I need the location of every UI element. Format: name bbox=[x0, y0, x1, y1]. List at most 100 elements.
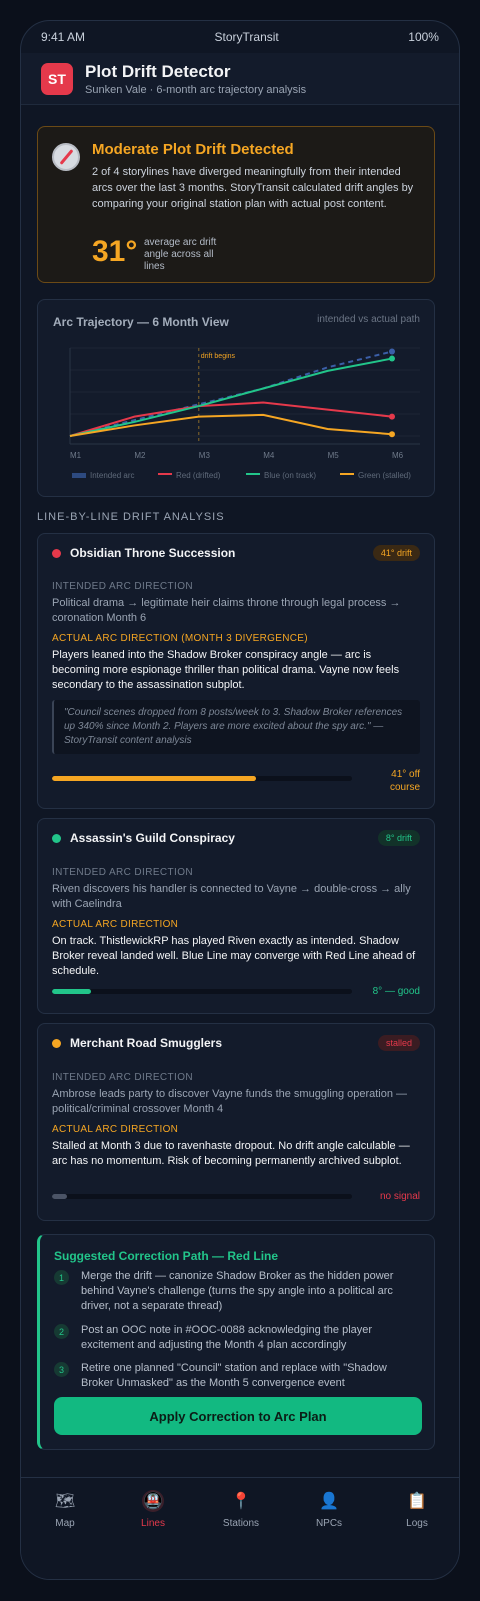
phone-frame: 9:41 AM StoryTransit 100% ST Plot Drift … bbox=[20, 20, 460, 1580]
step-number: 2 bbox=[54, 1324, 69, 1339]
intended-label: INTENDED ARC DIRECTION bbox=[52, 867, 194, 878]
x-tick-label: M3 bbox=[199, 451, 211, 460]
arc-trajectory-chart-card: Arc Trajectory — 6 Month View intended v… bbox=[37, 299, 435, 497]
drift-progress-track bbox=[52, 989, 352, 994]
legend-label: Blue (on track) bbox=[264, 471, 316, 480]
drift-begins-annotation: drift begins bbox=[201, 353, 236, 360]
line-header: Obsidian Throne Succession bbox=[52, 546, 235, 560]
x-tick-label: M1 bbox=[70, 451, 82, 460]
actual-label: ACTUAL ARC DIRECTION bbox=[52, 919, 179, 930]
status-badge: stalled bbox=[377, 1035, 420, 1051]
drift-progress-track bbox=[52, 776, 352, 781]
legend-swatch bbox=[340, 473, 354, 475]
status-bar: 9:41 AM StoryTransit 100% bbox=[21, 21, 459, 53]
series-end-point bbox=[389, 413, 395, 420]
train-icon: 🚇 bbox=[142, 1490, 164, 1512]
drift-badge: 41° drift bbox=[372, 545, 420, 561]
tab-lines[interactable]: 🚇 Lines bbox=[109, 1478, 197, 1579]
drift-progress-fill bbox=[52, 776, 256, 781]
line-header: Assassin's Guild Conspiracy bbox=[52, 831, 235, 845]
tab-logs[interactable]: 📋 Logs bbox=[373, 1478, 459, 1579]
content-analysis-quote: "Council scenes dropped from 8 posts/wee… bbox=[52, 700, 420, 754]
page-subtitle: Sunken Vale · 6-month arc trajectory ana… bbox=[85, 83, 307, 96]
x-tick-label: M4 bbox=[263, 451, 275, 460]
status-battery: 100% bbox=[408, 30, 439, 44]
average-drift-angle: 31° bbox=[92, 235, 138, 268]
tab-label: NPCs bbox=[315, 1518, 343, 1529]
actual-label: ACTUAL ARC DIRECTION (MONTH 3 DIVERGENCE… bbox=[52, 633, 308, 644]
intended-text: Political drama → legitimate heir claims… bbox=[52, 597, 401, 624]
step-text: Merge the drift — canonize Shadow Broker… bbox=[81, 1270, 394, 1312]
line-color-dot bbox=[52, 833, 61, 843]
intended-label: INTENDED ARC DIRECTION bbox=[52, 1072, 194, 1083]
actual-text: Stalled at Month 3 due to ravenhaste dro… bbox=[52, 1140, 410, 1167]
section-label: LINE-BY-LINE DRIFT ANALYSIS bbox=[37, 511, 225, 523]
line-name: Assassin's Guild Conspiracy bbox=[70, 831, 235, 845]
series-line bbox=[69, 350, 393, 437]
pin-icon: 📍 bbox=[231, 1493, 251, 1510]
map-icon: 🗺 bbox=[54, 1493, 76, 1510]
legend-swatch bbox=[246, 473, 260, 475]
line-name: Merchant Road Smugglers bbox=[70, 1036, 223, 1050]
legend-swatch bbox=[72, 473, 86, 478]
drift-note: 41° off course bbox=[389, 769, 420, 793]
actual-label: ACTUAL ARC DIRECTION bbox=[52, 1124, 179, 1135]
alert-title: Moderate Plot Drift Detected bbox=[92, 141, 294, 158]
bottom-tab-bar: 🗺 Map 🚇 Lines 📍 Stations 👤 NPCs 📋 Logs bbox=[21, 1477, 459, 1579]
alert-body: 2 of 4 storylines have diverged meaningf… bbox=[92, 166, 414, 210]
clipboard-icon: 📋 bbox=[407, 1493, 427, 1510]
intended-label: INTENDED ARC DIRECTION bbox=[52, 581, 194, 592]
tab-label: Lines bbox=[141, 1518, 165, 1529]
step-text: Post an OOC note in #OOC-0088 acknowledg… bbox=[81, 1324, 373, 1351]
correction-step: 2 Post an OOC note in #OOC-0088 acknowle… bbox=[54, 1323, 420, 1353]
x-tick-label: M5 bbox=[328, 451, 340, 460]
status-time: 9:41 AM bbox=[41, 30, 86, 44]
step-number: 1 bbox=[54, 1270, 69, 1285]
drift-alert-card: Moderate Plot Drift Detected 2 of 4 stor… bbox=[37, 126, 435, 283]
line-color-dot bbox=[52, 548, 61, 558]
intended-text: Ambrose leads party to discover Vayne fu… bbox=[52, 1088, 408, 1115]
series-end-point bbox=[389, 355, 395, 362]
page-title: Plot Drift Detector bbox=[85, 61, 231, 81]
drift-note: no signal bbox=[379, 1191, 420, 1202]
legend-label: Green (stalled) bbox=[358, 471, 411, 480]
series-end-point bbox=[389, 348, 395, 355]
drift-progress-fill bbox=[52, 989, 91, 994]
correction-path-card: Suggested Correction Path — Red Line 1 M… bbox=[37, 1234, 435, 1450]
x-tick-label: M6 bbox=[392, 451, 404, 460]
line-card-merchant-road[interactable]: Merchant Road Smugglers stalled INTENDED… bbox=[37, 1023, 435, 1221]
arc-trajectory-chart: drift begins M1 M2 M3 M4 M5 M6 Intended arc Red … bbox=[69, 347, 420, 480]
app-logo: ST bbox=[41, 62, 73, 95]
apply-correction-button[interactable]: Apply Correction to Arc Plan bbox=[54, 1397, 422, 1435]
tab-label: Logs bbox=[406, 1518, 428, 1529]
line-header: Merchant Road Smugglers bbox=[52, 1036, 222, 1050]
correction-step: 3 Retire one planned "Council" station a… bbox=[54, 1361, 420, 1391]
tab-npcs[interactable]: 👤 NPCs bbox=[285, 1478, 373, 1579]
line-card-assassins-guild[interactable]: Assassin's Guild Conspiracy 8° drift INT… bbox=[37, 818, 435, 1014]
correction-step: 1 Merge the drift — canonize Shadow Brok… bbox=[54, 1269, 420, 1314]
legend-swatch bbox=[158, 473, 172, 475]
drift-badge: 8° drift bbox=[377, 830, 420, 846]
drift-progress-track bbox=[52, 1194, 352, 1199]
line-color-dot bbox=[52, 1038, 61, 1048]
tab-map[interactable]: 🗺 Map bbox=[21, 1478, 109, 1579]
app-header: ST Plot Drift Detector Sunken Vale · 6-m… bbox=[21, 53, 459, 105]
line-name: Obsidian Throne Succession bbox=[70, 546, 236, 560]
line-card-obsidian-throne[interactable]: Obsidian Throne Succession 41° drift INT… bbox=[37, 533, 435, 809]
intended-text: Riven discovers his handler is connected… bbox=[52, 883, 411, 910]
series-end-point bbox=[389, 431, 395, 438]
legend-label: Intended arc bbox=[90, 471, 134, 480]
drift-note: 8° — good bbox=[372, 986, 420, 997]
tab-stations[interactable]: 📍 Stations bbox=[197, 1478, 285, 1579]
correction-title: Suggested Correction Path — Red Line bbox=[54, 1249, 279, 1263]
legend-label: Red (drifted) bbox=[176, 471, 221, 480]
actual-text: On track. ThistlewickRP has played Riven… bbox=[52, 935, 416, 977]
drift-progress-fill bbox=[52, 1194, 67, 1199]
person-icon: 👤 bbox=[319, 1493, 339, 1510]
step-number: 3 bbox=[54, 1362, 69, 1377]
actual-text: Players leaned into the Shadow Broker co… bbox=[52, 649, 400, 691]
tab-label: Stations bbox=[222, 1518, 260, 1529]
x-tick-label: M2 bbox=[134, 451, 146, 460]
average-drift-note: average arc drift angle across all lines bbox=[144, 237, 217, 272]
compass-icon bbox=[52, 143, 80, 171]
